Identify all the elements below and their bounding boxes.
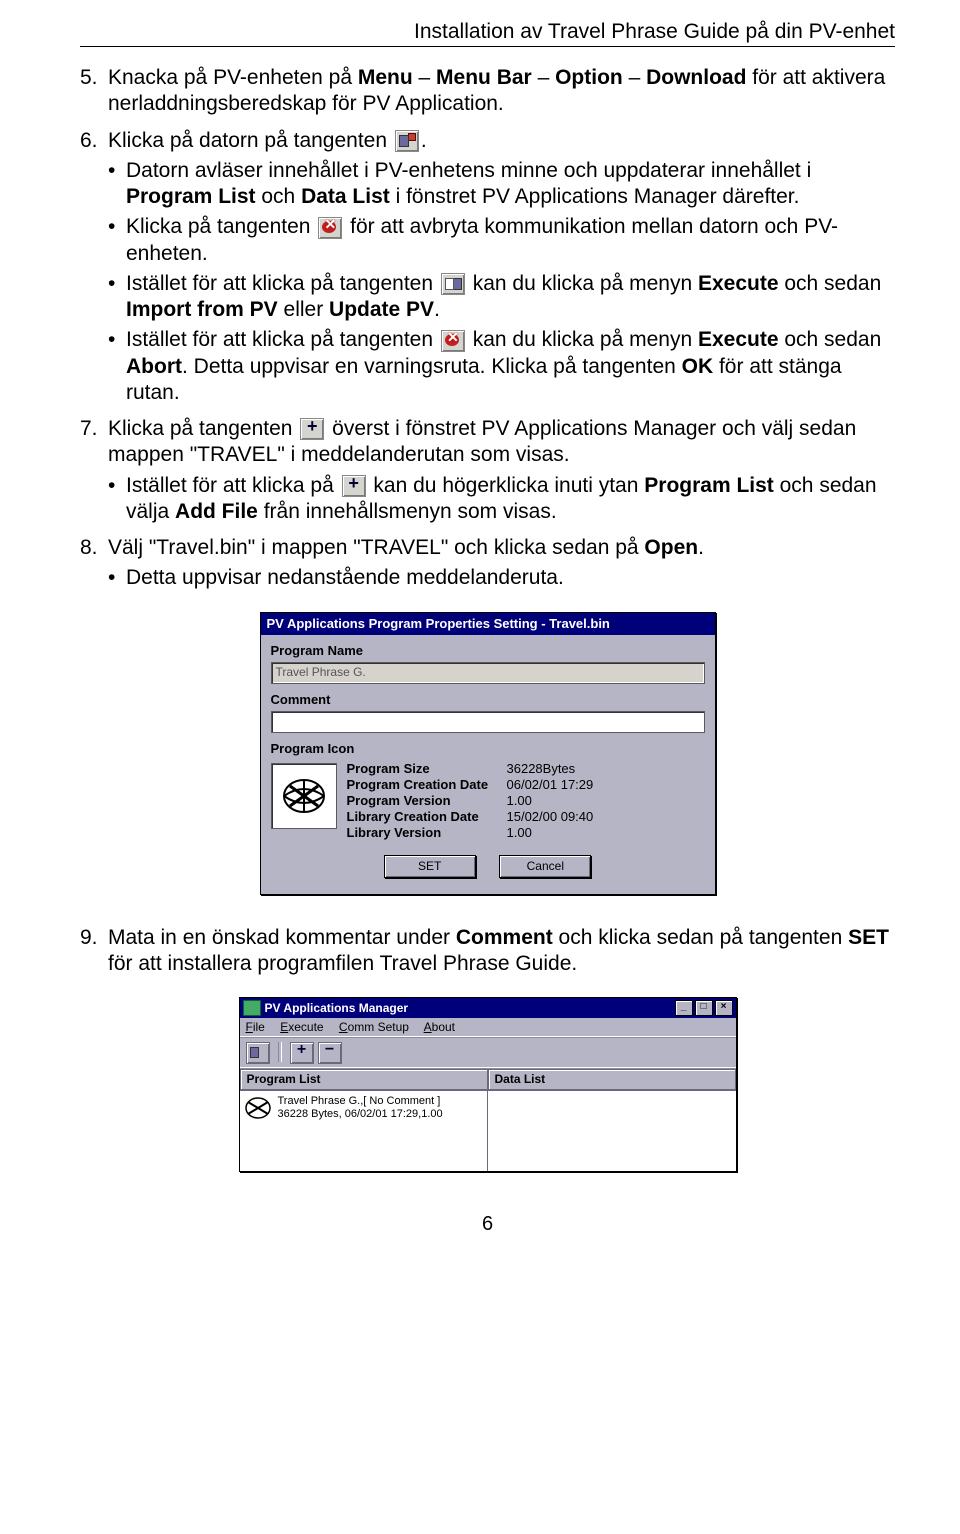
window-title: PV Applications Manager [265,1001,673,1016]
comment-input[interactable] [271,711,705,733]
program-icon-label: Program Icon [271,741,705,757]
list-item[interactable]: Travel Phrase G.,[ No Comment ] 36228 By… [244,1095,484,1121]
maximize-button[interactable]: □ [695,1000,713,1016]
properties-table: Program Size36228Bytes Program Creation … [347,761,705,841]
menu-execute[interactable]: Execute [280,1020,323,1034]
program-icon-image [271,763,337,829]
bullet-dot: • [108,271,126,324]
toolbar [240,1038,736,1069]
cancel-icon [441,330,465,352]
step-6-bullet-c: Istället för att klicka på tangenten kan… [126,271,895,324]
menu-about[interactable]: About [424,1020,455,1034]
page-number: 6 [80,1212,895,1237]
add-icon [342,475,366,497]
applications-manager-window: PV Applications Manager _ □ × File Execu… [239,997,737,1172]
bullet-dot: • [108,158,126,211]
add-button[interactable] [290,1042,314,1064]
app-icon [243,1000,261,1016]
add-icon [300,418,324,440]
program-list-panel[interactable]: Travel Phrase G.,[ No Comment ] 36228 By… [240,1091,489,1171]
cancel-icon [318,217,342,239]
page-header: Installation av Travel Phrase Guide på d… [80,20,895,47]
step-8-num: 8. [80,535,108,561]
data-list-panel[interactable] [488,1091,736,1171]
step-5-num: 5. [80,65,108,118]
comment-label: Comment [271,692,705,708]
connect-icon [395,130,419,152]
step-8-text: Välj "Travel.bin" i mappen "TRAVEL" och … [108,535,895,561]
cancel-button[interactable]: Cancel [499,855,591,878]
step-7-num: 7. [80,416,108,469]
step-6-bullet-d: Istället för att klicka på tangenten kan… [126,327,895,406]
import-icon [441,273,465,295]
step-7-bullet-a: Istället för att klicka på kan du högerk… [126,473,895,526]
step-6-text: Klicka på datorn på tangenten . [108,128,895,154]
program-name-label: Program Name [271,643,705,659]
close-button[interactable]: × [715,1000,733,1016]
program-list-header: Program List [240,1069,488,1090]
step-8-bullet-a: Detta uppvisar nedanstående meddelanderu… [126,565,895,591]
step-5-text: Knacka på PV-enheten på Menu – Menu Bar … [108,65,895,118]
bullet-dot: • [108,327,126,406]
step-6-num: 6. [80,128,108,154]
set-button[interactable]: SET [384,855,476,878]
bullet-dot: • [108,214,126,267]
bullet-dot: • [108,473,126,526]
menu-file[interactable]: File [246,1020,265,1034]
step-6-bullet-b: Klicka på tangenten för att avbryta komm… [126,214,895,267]
properties-dialog: PV Applications Program Properties Setti… [260,612,716,895]
data-list-header: Data List [488,1069,736,1090]
remove-button[interactable] [318,1042,342,1064]
list-item-text: Travel Phrase G.,[ No Comment ] 36228 By… [278,1095,443,1121]
minimize-button[interactable]: _ [675,1000,693,1016]
toolbar-divider [278,1042,282,1062]
menu-bar[interactable]: File Execute Comm Setup About [240,1018,736,1038]
program-icon [244,1095,272,1121]
step-9-text: Mata in en önskad kommentar under Commen… [108,925,895,978]
program-name-input[interactable]: Travel Phrase G. [271,662,705,684]
step-9-num: 9. [80,925,108,978]
bullet-dot: • [108,565,126,591]
step-7-text: Klicka på tangenten överst i fönstret PV… [108,416,895,469]
connect-button[interactable] [246,1042,270,1064]
step-6-bullet-a: Datorn avläser innehållet i PV-enhetens … [126,158,895,211]
dialog-title: PV Applications Program Properties Setti… [261,613,715,635]
menu-comm[interactable]: Comm Setup [339,1020,409,1034]
